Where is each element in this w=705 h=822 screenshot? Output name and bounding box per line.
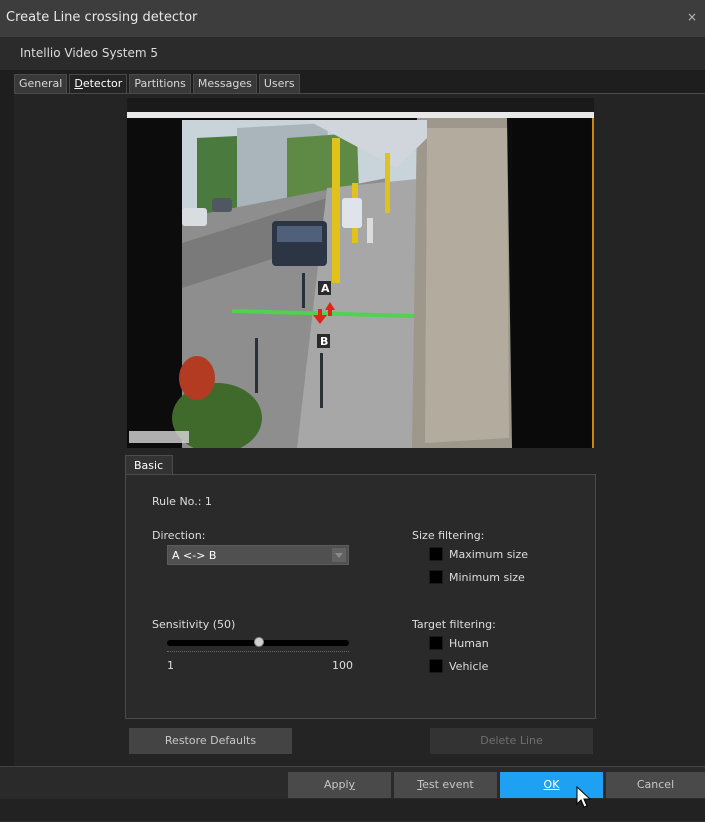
tab-detector-mnemonic: D: [74, 77, 83, 90]
slider-max-label: 100: [332, 659, 353, 672]
chevron-down-icon[interactable]: [332, 548, 346, 562]
marker-a: A: [321, 282, 330, 295]
apply-button[interactable]: Apply: [288, 772, 391, 798]
apply-label: Appl: [323, 778, 349, 791]
system-name: Intellio Video System 5: [20, 46, 159, 60]
basic-settings-panel: [125, 474, 596, 719]
slider-min-label: 1: [167, 659, 174, 672]
maximum-size-checkbox[interactable]: [429, 547, 443, 561]
test-event-label: est event: [422, 778, 474, 791]
delete-line-button[interactable]: Delete Line: [430, 728, 593, 754]
tab-messages-label: Messages: [197, 77, 252, 90]
ok-label: K: [552, 778, 560, 791]
tab-users[interactable]: Users: [258, 74, 300, 94]
camera-preview[interactable]: A B: [127, 98, 594, 448]
minimum-size-label: Minimum size: [449, 571, 525, 584]
tab-partitions[interactable]: Partitions: [129, 74, 191, 94]
marker-b: B: [320, 335, 328, 348]
direction-value: A <-> B: [172, 549, 217, 562]
tab-users-label: Users: [263, 77, 295, 90]
apply-mnemonic: y: [348, 778, 356, 791]
mouse-cursor-icon: [576, 786, 592, 808]
human-label: Human: [449, 637, 489, 650]
slider-ticks: [167, 651, 349, 652]
target-filtering-label: Target filtering:: [412, 618, 496, 631]
sensitivity-label: Sensitivity (50): [152, 618, 236, 631]
system-name-bar: Intellio Video System 5: [0, 38, 705, 70]
sensitivity-slider-handle[interactable]: [254, 637, 264, 647]
test-event-button[interactable]: Test event: [394, 772, 497, 798]
size-filtering-label: Size filtering:: [412, 529, 485, 542]
title-bar: Create Line crossing detector ×: [0, 0, 705, 38]
restore-defaults-button[interactable]: Restore Defaults: [129, 728, 292, 754]
minimum-size-checkbox[interactable]: [429, 570, 443, 584]
tab-detector-label: etector: [82, 77, 123, 90]
direction-label: Direction:: [152, 529, 206, 542]
rule-number: Rule No.: 1: [152, 495, 212, 508]
tab-partitions-label: Partitions: [134, 77, 186, 90]
window-title: Create Line crossing detector: [6, 10, 198, 25]
direction-select[interactable]: A <-> B: [167, 545, 349, 565]
human-checkbox[interactable]: [429, 636, 443, 650]
vehicle-label: Vehicle: [449, 660, 489, 673]
maximum-size-label: Maximum size: [449, 548, 529, 561]
tab-detector[interactable]: Detector: [69, 74, 128, 94]
ok-mnemonic: O: [543, 778, 553, 791]
cancel-button[interactable]: Cancel: [606, 772, 705, 798]
tab-bar: General Detector Partitions Messages Use…: [14, 74, 302, 94]
camera-frame: A B: [127, 98, 594, 448]
tab-basic[interactable]: Basic: [125, 455, 173, 475]
tab-general-label: General: [19, 77, 63, 90]
close-icon[interactable]: ×: [687, 10, 697, 24]
tab-general[interactable]: General: [14, 74, 68, 94]
vehicle-checkbox[interactable]: [429, 659, 443, 673]
footer-strip: [0, 799, 705, 821]
tab-messages[interactable]: Messages: [192, 74, 257, 94]
